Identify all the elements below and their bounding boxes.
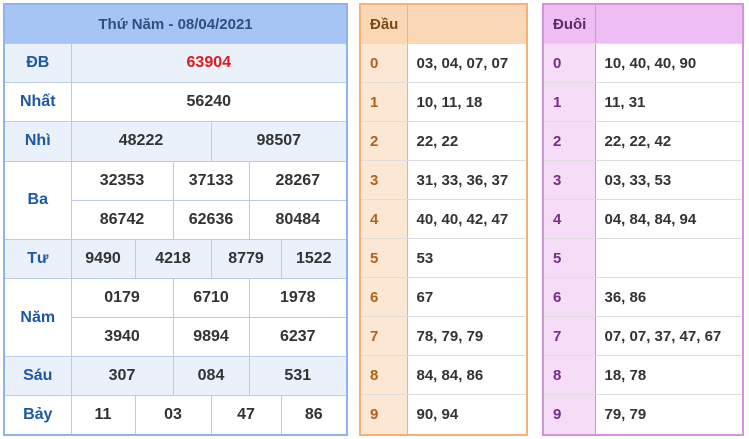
head-digit: 7 — [360, 316, 407, 357]
seventh-prize-number: 11 — [70, 395, 136, 436]
seventh-prize-number: 47 — [210, 395, 282, 436]
tail-values — [594, 238, 743, 279]
tail-table-header-blank — [594, 4, 743, 44]
fifth-prize-number: 3940 — [70, 316, 174, 358]
head-values: 10, 11, 18 — [406, 82, 527, 123]
head-values: 67 — [406, 277, 527, 318]
head-values: 53 — [406, 238, 527, 279]
results-title: Thứ Năm - 08/04/2021 — [3, 3, 348, 45]
head-table-header: Đầu — [360, 4, 407, 44]
fourth-prize-number: 4218 — [134, 238, 212, 279]
head-digit: 0 — [360, 43, 407, 84]
fourth-prize-number: 1522 — [280, 238, 348, 279]
head-digit: 3 — [360, 160, 407, 201]
tail-digit-table: Đuôi 0 10, 40, 40, 90 1 11, 31 2 22, 22, 42… — [542, 3, 744, 436]
prize-label-ba: Ba — [3, 160, 72, 240]
second-prize-number: 48222 — [70, 121, 212, 162]
head-values: 31, 33, 36, 37 — [406, 160, 527, 201]
head-values: 40, 40, 42, 47 — [406, 199, 527, 240]
head-digit: 1 — [360, 82, 407, 123]
seventh-prize-number: 03 — [134, 395, 212, 436]
fourth-prize-number: 8779 — [210, 238, 282, 279]
third-prize-number: 28267 — [248, 160, 348, 201]
fifth-prize-number: 9894 — [172, 316, 250, 358]
fifth-prize-number: 0179 — [70, 277, 174, 319]
prize-label-sau: Sáu — [3, 356, 72, 397]
head-values: 78, 79, 79 — [406, 316, 527, 357]
head-values: 90, 94 — [406, 394, 527, 436]
tail-digit: 8 — [543, 355, 595, 396]
prize-label-tu: Tư — [3, 238, 72, 279]
head-digit: 4 — [360, 199, 407, 240]
second-prize-number: 98507 — [210, 121, 348, 162]
head-digit: 9 — [360, 394, 407, 436]
head-digit: 2 — [360, 121, 407, 162]
tail-values: 79, 79 — [594, 394, 743, 436]
tail-values: 22, 22, 42 — [594, 121, 743, 162]
head-values: 84, 84, 86 — [406, 355, 527, 396]
prize-label-db: ĐB — [3, 43, 72, 84]
tail-values: 07, 07, 37, 47, 67 — [594, 316, 743, 357]
sixth-prize-number: 084 — [172, 356, 250, 397]
tail-values: 11, 31 — [594, 82, 743, 123]
tail-values: 03, 33, 53 — [594, 160, 743, 201]
third-prize-number: 62636 — [172, 199, 250, 240]
head-values: 22, 22 — [406, 121, 527, 162]
third-prize-number: 86742 — [70, 199, 174, 240]
seventh-prize-number: 86 — [280, 395, 348, 436]
tail-digit: 9 — [543, 394, 595, 436]
head-digit-table: Đầu 0 03, 04, 07, 07 1 10, 11, 18 2 22, 22 … — [359, 3, 528, 436]
lottery-results-table: Thứ Năm - 08/04/2021 ĐB 63904 Nhất 56240… — [3, 3, 349, 436]
tail-digit: 6 — [543, 277, 595, 318]
sixth-prize-number: 531 — [248, 356, 348, 397]
tail-table-header: Đuôi — [543, 4, 595, 44]
tail-values: 10, 40, 40, 90 — [594, 43, 743, 84]
fifth-prize-number: 6710 — [172, 277, 250, 319]
head-digit: 6 — [360, 277, 407, 318]
third-prize-number: 32353 — [70, 160, 174, 201]
tail-values: 18, 78 — [594, 355, 743, 396]
tail-digit: 3 — [543, 160, 595, 201]
head-digit: 8 — [360, 355, 407, 396]
tail-digit: 5 — [543, 238, 595, 279]
prize-label-nhi: Nhì — [3, 121, 72, 162]
tail-digit: 1 — [543, 82, 595, 123]
fifth-prize-number: 6237 — [248, 316, 348, 358]
head-table-header-blank — [406, 4, 527, 44]
tail-digit: 2 — [543, 121, 595, 162]
prize-label-nhat: Nhất — [3, 82, 72, 123]
third-prize-number: 37133 — [172, 160, 250, 201]
tail-digit: 0 — [543, 43, 595, 84]
fourth-prize-number: 9490 — [70, 238, 136, 279]
head-values: 03, 04, 07, 07 — [406, 43, 527, 84]
prize-label-bay: Bảy — [3, 395, 72, 436]
tail-digit: 4 — [543, 199, 595, 240]
tail-values: 04, 84, 84, 94 — [594, 199, 743, 240]
third-prize-number: 80484 — [248, 199, 348, 240]
prize-label-nam: Năm — [3, 277, 72, 358]
tail-values: 36, 86 — [594, 277, 743, 318]
head-digit: 5 — [360, 238, 407, 279]
first-prize-number: 56240 — [70, 82, 348, 123]
fifth-prize-number: 1978 — [248, 277, 348, 319]
tail-digit: 7 — [543, 316, 595, 357]
sixth-prize-number: 307 — [70, 356, 174, 397]
special-prize-number: 63904 — [70, 43, 348, 84]
